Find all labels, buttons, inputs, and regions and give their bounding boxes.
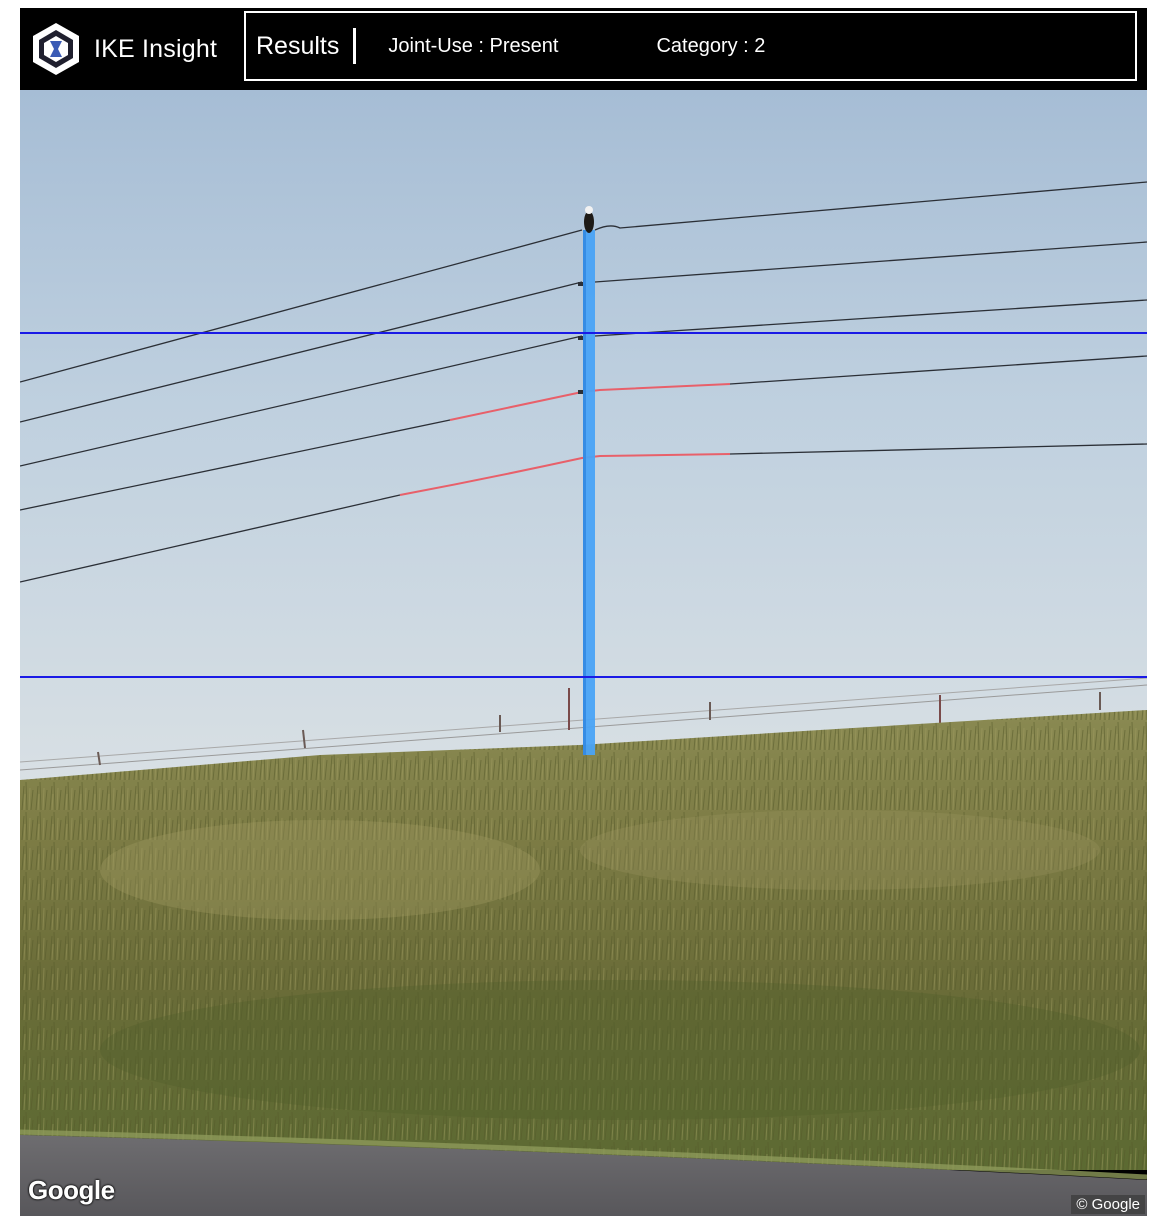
street-view-image[interactable]: Google © Google xyxy=(20,90,1147,1216)
viewer-frame: IKE Insight Results Joint-Use : Present … xyxy=(20,8,1147,1216)
joint-use-status: Joint-Use : Present xyxy=(388,34,559,57)
app-name: IKE Insight xyxy=(94,34,218,63)
results-title: Results xyxy=(256,31,340,60)
brand: IKE Insight xyxy=(28,14,217,84)
results-panel: Results Joint-Use : Present Category : 2 xyxy=(244,11,1137,81)
eagle xyxy=(584,206,594,233)
results-divider xyxy=(353,28,357,64)
street-view-scene xyxy=(20,90,1147,1216)
google-logo: Google xyxy=(28,1175,115,1205)
copyright-label: © Google xyxy=(1071,1195,1145,1214)
category-status: Category : 2 xyxy=(656,34,766,57)
ike-logo-icon xyxy=(33,23,79,75)
top-bar: IKE Insight Results Joint-Use : Present … xyxy=(20,8,1147,90)
